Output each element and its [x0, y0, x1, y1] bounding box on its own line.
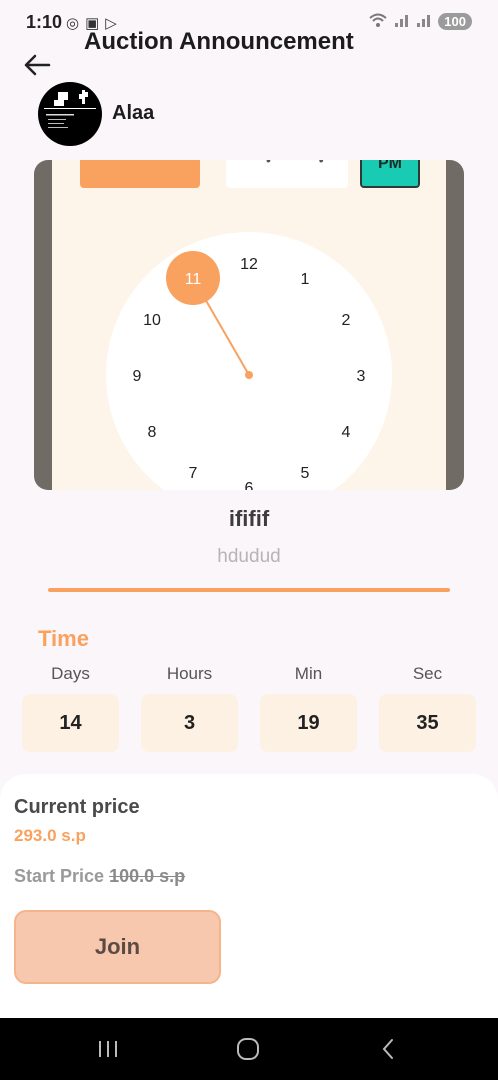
- clock-dial-number: 1: [301, 271, 310, 288]
- countdown-timer: Days 14 Hours 3 Min 19 Sec 35: [22, 664, 476, 752]
- start-price-value: 100.0 s.p: [109, 866, 186, 886]
- clock-dial-number: 8: [148, 424, 157, 441]
- start-price-label: Start Price: [14, 866, 105, 886]
- recents-icon: [99, 1041, 117, 1057]
- countdown-days: Days 14: [22, 664, 119, 752]
- whatsapp-icon: ◎: [66, 15, 80, 32]
- auction-image[interactable]: • • PM 11 12 1 2 3 4 5 6 7 8 9 10: [34, 160, 464, 490]
- countdown-value: 35: [379, 694, 476, 752]
- clock-dial-number: 9: [133, 368, 142, 385]
- clock-dial-number: 5: [301, 465, 310, 482]
- home-button[interactable]: [228, 1034, 268, 1064]
- status-time: 1:10: [26, 12, 63, 32]
- clock-dial-number: 2: [342, 312, 351, 329]
- signal-icon: [394, 13, 410, 30]
- clock-dial: 111212345678910: [133, 251, 366, 490]
- countdown-minutes: Min 19: [260, 664, 357, 752]
- divider: [48, 588, 450, 592]
- auction-description: hdudud: [217, 546, 281, 567]
- countdown-label: Sec: [412, 664, 443, 683]
- chevron-left-icon: [382, 1039, 393, 1059]
- join-button[interactable]: Join: [14, 910, 221, 984]
- countdown-value: 19: [260, 694, 357, 752]
- clock-dial-number: 7: [189, 465, 198, 482]
- clock-dial-number: 3: [357, 368, 366, 385]
- countdown-value: 14: [22, 694, 119, 752]
- signal-icon-2: [416, 13, 432, 30]
- clock-dial-number: 4: [342, 424, 351, 441]
- time-picker-image: • • PM 11 12 1 2 3 4 5 6 7 8 9 10: [52, 160, 446, 490]
- clock-center: [245, 371, 253, 379]
- time-heading: Time: [38, 626, 89, 651]
- countdown-label: Hours: [166, 664, 213, 683]
- countdown-label: Min: [294, 664, 323, 683]
- current-price-label: Current price: [14, 796, 140, 818]
- clock-selected-hour: 11: [185, 271, 202, 288]
- countdown-hours: Hours 3: [141, 664, 238, 752]
- price-sheet: Current price 293.0 s.p Start Price 100.…: [0, 774, 498, 1018]
- start-price-row: Start Price 100.0 s.p: [14, 866, 185, 887]
- countdown-seconds: Sec 35: [379, 664, 476, 752]
- recents-button[interactable]: [88, 1034, 128, 1064]
- auction-title: ififif: [228, 506, 270, 531]
- current-price-value: 293.0 s.p: [14, 826, 86, 845]
- wifi-icon: [368, 12, 388, 31]
- home-icon: [237, 1038, 259, 1060]
- dino-game-icon: [44, 90, 96, 128]
- arrow-left-icon: [24, 54, 51, 76]
- seller-name: Alaa: [112, 102, 155, 124]
- countdown-value: 3: [141, 694, 238, 752]
- clock-dial-number: 6: [245, 480, 254, 490]
- clock-dial-number: 10: [143, 312, 161, 329]
- countdown-label: Days: [51, 664, 90, 683]
- navigation-bar: [0, 1018, 498, 1080]
- back-nav-button[interactable]: [368, 1034, 408, 1064]
- clock-dial-number: 12: [240, 256, 258, 273]
- avatar[interactable]: [38, 82, 102, 146]
- back-button[interactable]: [20, 48, 54, 82]
- battery-indicator: 100: [438, 13, 472, 30]
- status-right: 100: [368, 12, 472, 31]
- page-title: Auction Announcement: [84, 28, 354, 55]
